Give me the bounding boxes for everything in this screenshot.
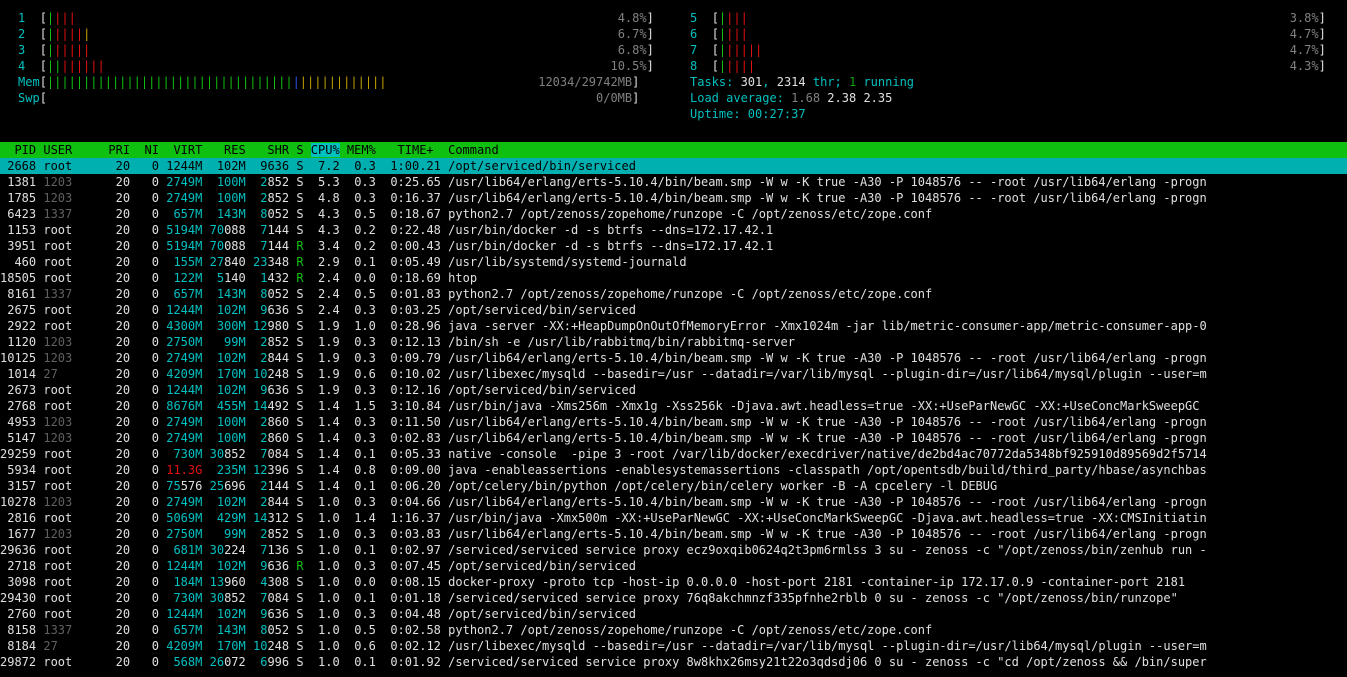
process-row[interactable]: 5147 1203 20 0 2749M 100M 2860 S 1.4 0.3… [0, 430, 1347, 446]
cpu-meter: 7 [|||||| 4.7%] [690, 43, 1326, 57]
col-command: Command [448, 143, 499, 157]
process-row[interactable]: 2718 root 20 0 1244M 102M 9636 R 1.0 0.3… [0, 558, 1347, 574]
cpu-meter-value: 3.8% [1289, 11, 1319, 25]
cpu-meter-value: 10.5% [610, 59, 647, 73]
cpu-meter-value: 4.7% [1289, 43, 1319, 57]
cpu-meter-label: 5 [690, 11, 698, 25]
col-cpu-sorted: CPU% [310, 143, 340, 157]
process-row[interactable]: 29872 root 20 0 568M 26072 6996 S 1.0 0.… [0, 654, 1347, 670]
cpu-meter: 2 [|||||| 6.7%] [18, 27, 654, 41]
process-row[interactable]: 8161 1337 20 0 657M 143M 8052 S 2.4 0.5 … [0, 286, 1347, 302]
process-row[interactable]: 5934 root 20 0 11.3G 235M 12396 S 1.4 0.… [0, 462, 1347, 478]
process-row[interactable]: 3157 root 20 0 75576 25696 2144 S 1.4 0.… [0, 478, 1347, 494]
process-row[interactable]: 2816 root 20 0 5069M 429M 14312 S 1.0 1.… [0, 510, 1347, 526]
cpu-meter-value: 4.7% [1289, 27, 1319, 41]
col-user: USER [43, 143, 109, 157]
process-row[interactable]: 8184 27 20 0 4209M 170M 10248 S 1.0 0.6 … [0, 638, 1347, 654]
col-mem: MEM% [346, 143, 376, 157]
cpu-meter-label: 3 [18, 43, 26, 57]
process-row[interactable]: 2922 root 20 0 4300M 300M 12980 S 1.9 1.… [0, 318, 1347, 334]
cpu-meter: 8 [||||| 4.3%] [690, 59, 1326, 73]
cpu-meter: 6 [|||| 4.7%] [690, 27, 1326, 41]
process-row[interactable]: 2675 root 20 0 1244M 102M 9636 S 2.4 0.3… [0, 302, 1347, 318]
uptime: Uptime: 00:27:37 [690, 107, 806, 121]
process-row[interactable]: 3951 root 20 0 5194M 70088 7144 R 3.4 0.… [0, 238, 1347, 254]
process-row[interactable]: 460 root 20 0 155M 27840 23348 R 2.9 0.1… [0, 254, 1347, 270]
cpu-meter: 5 [|||| 3.8%] [690, 11, 1326, 25]
col-pri: PRI [108, 143, 131, 157]
load-average: Load average: 1.68 2.38 2.35 [690, 91, 893, 105]
process-row[interactable]: 18505 root 20 0 122M 5140 1432 R 2.4 0.0… [0, 270, 1347, 286]
col-pid: PID [0, 143, 37, 157]
cpu-meter-value: 4.8% [617, 11, 647, 25]
process-row[interactable]: 8158 1337 20 0 657M 143M 8052 S 1.0 0.5 … [0, 622, 1347, 638]
swap-meter: Swp[ 0/0MB] [18, 91, 640, 105]
process-row[interactable]: 1153 root 20 0 5194M 70088 7144 S 4.3 0.… [0, 222, 1347, 238]
col-virt: VIRT [166, 143, 203, 157]
cpu-meter-label: 1 [18, 11, 26, 25]
process-row[interactable]: 1120 1203 20 0 2750M 99M 2852 S 1.9 0.3 … [0, 334, 1347, 350]
process-row[interactable]: 1381 1203 20 0 2749M 100M 2852 S 5.3 0.3… [0, 174, 1347, 190]
cpu-meter: 4 [|||||||| 10.5%] [18, 59, 654, 73]
col-shr: SHR [252, 143, 290, 157]
process-row[interactable]: 29636 root 20 0 681M 30224 7136 S 1.0 0.… [0, 542, 1347, 558]
cpu-meter-label: 2 [18, 27, 26, 41]
process-row[interactable]: 29259 root 20 0 730M 30852 7084 S 1.4 0.… [0, 446, 1347, 462]
cpu-meter-value: 4.3% [1289, 59, 1319, 73]
process-row[interactable]: 10278 1203 20 0 2749M 102M 2844 S 1.0 0.… [0, 494, 1347, 510]
process-row[interactable]: 2760 root 20 0 1244M 102M 9636 S 1.0 0.3… [0, 606, 1347, 622]
process-row[interactable]: 2768 root 20 0 8676M 455M 14492 S 1.4 1.… [0, 398, 1347, 414]
process-row[interactable]: 1677 1203 20 0 2750M 99M 2852 S 1.0 0.3 … [0, 526, 1347, 542]
process-row[interactable]: 3098 root 20 0 184M 13960 4308 S 1.0 0.0… [0, 574, 1347, 590]
cpu-meter-label: 8 [690, 59, 698, 73]
column-header-row[interactable]: PID USER PRI NI VIRT RES SHR S CPU% MEM%… [0, 142, 1347, 158]
cpu-meter-label: 6 [690, 27, 698, 41]
process-row[interactable]: 4953 1203 20 0 2749M 100M 2860 S 1.4 0.3… [0, 414, 1347, 430]
cpu-meter: 3 [|||||| 6.8%] [18, 43, 654, 57]
process-row[interactable]: 1785 1203 20 0 2749M 100M 2852 S 4.8 0.3… [0, 190, 1347, 206]
process-row[interactable]: 29430 root 20 0 730M 30852 7084 S 1.0 0.… [0, 590, 1347, 606]
cpu-meter: 1 [|||| 4.8%] [18, 11, 654, 25]
mem-meter: Mem[||||||||||||||||||||||||||||||||||||… [18, 75, 640, 89]
cpu-meter-value: 6.8% [617, 43, 647, 57]
col-time: TIME+ [397, 143, 434, 157]
process-row[interactable]: 2673 root 20 0 1244M 102M 9636 S 1.9 0.3… [0, 382, 1347, 398]
cpu-meter-label: 4 [18, 59, 26, 73]
cpu-meter-label: 7 [690, 43, 698, 57]
process-row[interactable]: 1014 27 20 0 4209M 170M 10248 S 1.9 0.6 … [0, 366, 1347, 382]
col-res: RES [209, 143, 246, 157]
tasks-summary: Tasks: 301, 2314 thr; 1 running [690, 75, 915, 89]
col-ni: NI [137, 143, 159, 157]
process-row-selected[interactable]: 2668 root 20 0 1244M 102M 9636 S 7.2 0.3… [0, 158, 1347, 174]
process-row[interactable]: 6423 1337 20 0 657M 143M 8052 S 4.3 0.5 … [0, 206, 1347, 222]
process-row[interactable]: 10125 1203 20 0 2749M 102M 2844 S 1.9 0.… [0, 350, 1347, 366]
cpu-meter-value: 6.7% [617, 27, 647, 41]
col-state: S [296, 143, 304, 157]
process-table[interactable]: PID USER PRI NI VIRT RES SHR S CPU% MEM%… [0, 142, 1347, 670]
